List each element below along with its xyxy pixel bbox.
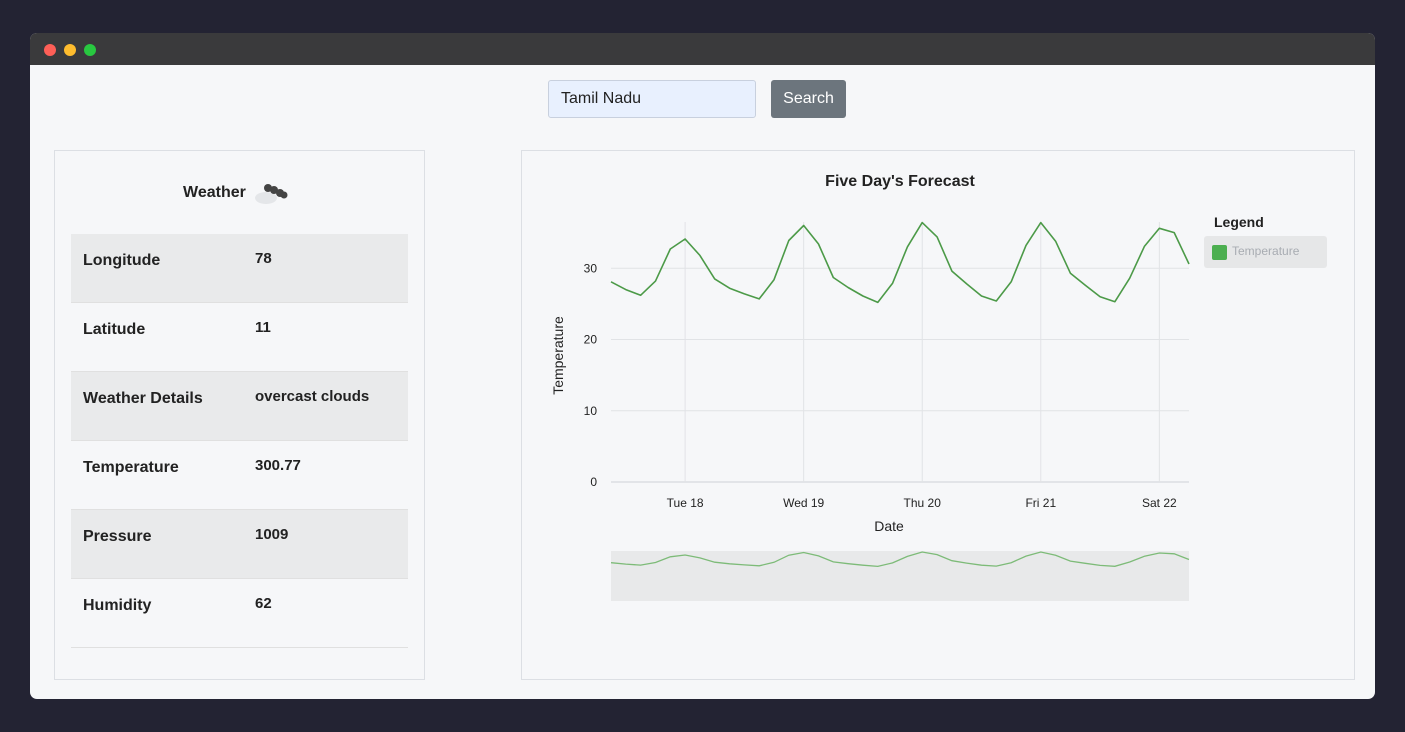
info-row-value: 1009 (255, 526, 289, 543)
y-axis-label: Temperature (550, 316, 566, 395)
y-tick-label: 20 (584, 333, 598, 347)
info-row-label: Weather Details (83, 390, 203, 407)
x-tick-label: Tue 18 (667, 496, 704, 510)
brush-area (611, 551, 1189, 601)
info-row: Temperature 300.77 (71, 441, 408, 510)
legend-label: Temperature (1232, 244, 1300, 258)
info-row: Pressure 1009 (71, 510, 408, 579)
info-row-value: overcast clouds (255, 388, 370, 405)
weather-info-table: Longitude 78 Latitude 11 Weather Details over… (71, 234, 408, 648)
info-row: Longitude 78 (71, 234, 408, 303)
weather-info-panel: Weather Longitude 78 Latitude 11 Weather Det… (54, 150, 425, 680)
legend-swatch (1212, 245, 1227, 260)
y-tick-label: 0 (590, 475, 597, 489)
legend-item-temperature[interactable]: Temperature (1204, 236, 1327, 268)
overcast-clouds-icon (255, 184, 288, 204)
info-row-value: 78 (255, 250, 272, 267)
minimize-window-button[interactable] (64, 44, 76, 56)
info-row: Weather Details overcast clouds (71, 372, 408, 441)
location-search-input[interactable] (548, 80, 756, 118)
y-tick-label: 30 (584, 261, 598, 275)
info-row: Humidity 62 (71, 579, 408, 648)
info-row-label: Pressure (83, 528, 152, 545)
chart-title: Five Day's Forecast (825, 173, 975, 190)
info-row-label: Temperature (83, 459, 179, 476)
x-tick-label: Fri 21 (1025, 496, 1056, 510)
info-row-label: Latitude (83, 321, 146, 338)
legend-title: Legend (1214, 214, 1264, 230)
forecast-chart-panel: Five Day's Forecast 0 10 20 30 Tue 18 Wed 19 Th… (521, 150, 1355, 680)
info-row-value: 62 (255, 595, 272, 612)
x-axis-label: Date (874, 518, 904, 534)
info-row-label: Longitude (83, 252, 161, 269)
search-button[interactable]: Search (771, 80, 846, 118)
weather-info-header: Weather (55, 181, 424, 205)
x-tick-label: Thu 20 (904, 496, 942, 510)
close-window-button[interactable] (44, 44, 56, 56)
y-tick-label: 10 (584, 404, 598, 418)
x-tick-label: Wed 19 (783, 496, 824, 510)
title-bar (30, 33, 1375, 65)
x-tick-label: Sat 22 (1142, 496, 1177, 510)
info-row: Latitude 11 (71, 303, 408, 372)
temperature-series-line (610, 221, 1190, 304)
app-window: Search Weather Longitude78Latitude11Weat… (30, 33, 1375, 699)
info-row-value: 300.77 (255, 457, 301, 474)
maximize-window-button[interactable] (84, 44, 96, 56)
weather-info-title: Weather (183, 184, 246, 201)
chart-legend: Legend Temperature (1204, 214, 1327, 268)
info-row-label: Humidity (83, 597, 152, 614)
info-row-value: 11 (255, 319, 271, 336)
